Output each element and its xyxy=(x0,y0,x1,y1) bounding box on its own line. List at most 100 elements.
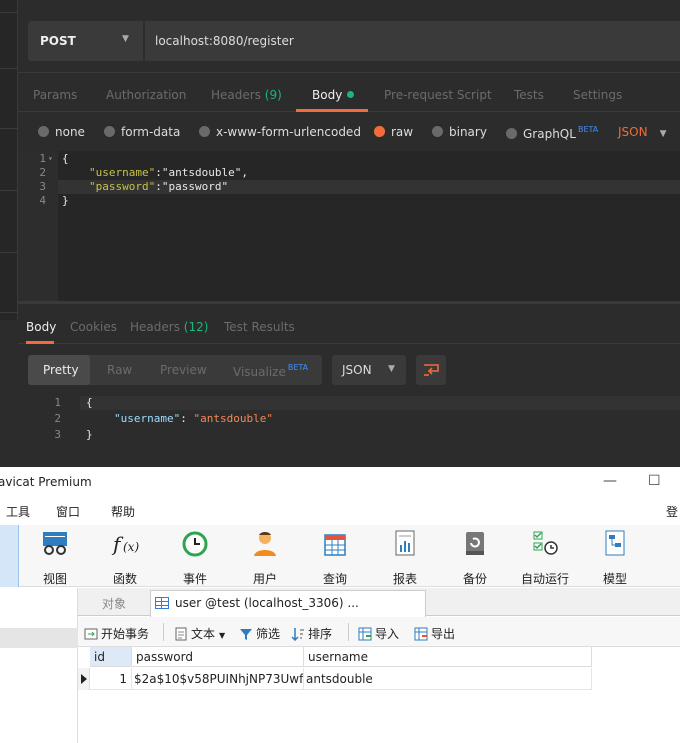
tab-authorization[interactable]: Authorization xyxy=(106,88,186,102)
data-grid[interactable]: id password username 1 $2a$10$v58PUINhjN… xyxy=(78,647,680,743)
cell-id[interactable]: 1 xyxy=(90,668,132,690)
cell-password[interactable]: $2a$10$v58PUINhjNP73Uwfb xyxy=(132,668,304,690)
response-format-select[interactable]: JSON ▼ xyxy=(332,355,406,385)
radio-raw[interactable]: raw xyxy=(374,125,413,139)
toolbar-report-button[interactable]: 报表 xyxy=(377,529,433,586)
tab-user-table-label: user @test (localhost_3306) ... xyxy=(175,596,359,610)
tab-body[interactable]: Body xyxy=(312,88,355,102)
main-toolbar: 视图 f (x) 函数 事件 用户 查询 报表 备份 自动运行 模型 xyxy=(0,525,680,587)
menu-bar: 工具 窗口 帮助 登 xyxy=(0,497,680,525)
report-icon xyxy=(395,530,415,556)
radio-binary[interactable]: binary xyxy=(432,125,487,139)
url-input[interactable]: localhost:8080/register xyxy=(145,21,680,61)
tab-pre-request-script[interactable]: Pre-request Script xyxy=(384,88,492,102)
wrap-lines-button[interactable] xyxy=(416,355,446,385)
chevron-down-icon: ▼ xyxy=(219,631,226,640)
tab-objects[interactable]: 对象 xyxy=(78,588,150,616)
response-tab-cookies[interactable]: Cookies xyxy=(70,320,117,334)
toolbar-view-button[interactable]: 视图 xyxy=(27,529,83,586)
line-number: 3 xyxy=(54,428,61,441)
tab-settings[interactable]: Settings xyxy=(573,88,622,102)
radio-raw-label: raw xyxy=(391,125,414,139)
toolbar-user-button[interactable]: 用户 xyxy=(237,529,293,586)
view-preview[interactable]: Preview xyxy=(160,363,207,377)
minimize-button[interactable]: — xyxy=(603,473,617,489)
radio-x-www-form-urlencoded[interactable]: x-www-form-urlencoded xyxy=(199,125,361,139)
beta-badge: BETA xyxy=(287,363,309,372)
view-visualize-label: Visualize xyxy=(233,365,286,379)
maximize-button[interactable]: ☐ xyxy=(648,473,661,489)
text-document-icon xyxy=(175,627,187,641)
toolbar-model-button[interactable]: 模型 xyxy=(587,529,643,586)
sort-button[interactable]: 排序 xyxy=(291,625,332,642)
code-line-3: "password":"password" xyxy=(89,180,228,194)
user-icon xyxy=(254,532,276,556)
object-tabbar: 对象 user @test (localhost_3306) ... xyxy=(78,588,680,617)
view-mode-switch: Pretty Raw Preview Visualize BETA xyxy=(28,355,322,385)
raw-format-select[interactable]: JSON ▼ xyxy=(618,125,667,139)
response-format-label: JSON xyxy=(342,363,372,377)
response-tab-test-results[interactable]: Test Results xyxy=(224,320,295,334)
radio-none[interactable]: none xyxy=(38,125,85,139)
active-line-highlight xyxy=(80,396,680,410)
toolbar-backup-button[interactable]: 备份 xyxy=(447,529,503,586)
wrap-icon xyxy=(424,364,439,376)
selected-tree-row[interactable] xyxy=(0,628,78,648)
view-pretty[interactable]: Pretty xyxy=(43,363,79,377)
postman-window: POST ▼ localhost:8080/register Params Au… xyxy=(0,0,680,467)
filter-button[interactable]: 筛选 xyxy=(239,625,280,642)
body-type-options: none form-data x-www-form-urlencoded raw… xyxy=(18,113,680,151)
request-body-editor[interactable]: 1 ▾ { 2 "username":"antsdouble", 3 "pass… xyxy=(18,151,680,301)
toolbar-view-label: 视图 xyxy=(42,572,67,586)
toolbar-separator xyxy=(163,623,164,641)
line-number: 2 xyxy=(54,412,61,425)
tab-params[interactable]: Params xyxy=(33,88,77,102)
toolbar-function-button[interactable]: f (x) 函数 xyxy=(97,529,153,586)
radio-graphql[interactable]: GraphQL BETA xyxy=(506,125,598,141)
toolbar-query-button[interactable]: 查询 xyxy=(307,529,363,586)
request-tabs: Params Authorization Headers (9) Body Pr… xyxy=(18,72,680,112)
line-number: 1 xyxy=(54,396,61,409)
tab-user-table[interactable]: user @test (localhost_3306) ... xyxy=(150,590,426,617)
backup-icon xyxy=(466,532,484,555)
cell-username[interactable]: antsdouble xyxy=(304,668,592,690)
text-button[interactable]: 文本 ▼ xyxy=(174,625,225,642)
method-label: POST xyxy=(40,34,76,48)
toolbar-separator xyxy=(348,623,349,641)
tab-headers-label: Headers xyxy=(211,88,261,102)
toolbar-event-button[interactable]: 事件 xyxy=(167,529,223,586)
model-icon xyxy=(605,530,625,556)
window-title: avicat Premium xyxy=(0,475,92,489)
response-tab-headers-label: Headers xyxy=(130,320,180,334)
menu-help[interactable]: 帮助 xyxy=(111,503,135,520)
column-header-password[interactable]: password xyxy=(132,647,304,667)
tab-headers[interactable]: Headers (9) xyxy=(211,88,282,102)
toolbar-model-label: 模型 xyxy=(602,572,627,586)
connection-tree[interactable] xyxy=(0,588,78,743)
chevron-down-icon: ▼ xyxy=(122,34,129,44)
begin-transaction-button[interactable]: 开始事务 xyxy=(84,625,149,642)
fold-icon[interactable]: ▾ xyxy=(48,152,53,166)
view-raw[interactable]: Raw xyxy=(107,363,132,377)
export-button[interactable]: 导出 xyxy=(414,625,455,642)
menu-tools[interactable]: 工具 xyxy=(6,503,30,520)
line-number: 3 xyxy=(39,180,46,193)
response-body-viewer[interactable]: 1 { 2 "username": "antsdouble" 3 } xyxy=(18,395,680,455)
view-visualize[interactable]: Visualize BETA xyxy=(233,363,308,379)
navicat-window: avicat Premium — ☐ 工具 窗口 帮助 登 视图 f (x) 函数… xyxy=(0,467,680,743)
code-line-1: { xyxy=(62,152,69,165)
import-button[interactable]: 导入 xyxy=(358,625,399,642)
method-select[interactable]: POST ▼ xyxy=(28,21,144,61)
response-tab-headers[interactable]: Headers (12) xyxy=(130,320,208,334)
tab-tests[interactable]: Tests xyxy=(514,88,544,102)
url-value: localhost:8080/register xyxy=(155,34,294,48)
toolbar-automation-button[interactable]: 自动运行 xyxy=(517,529,573,586)
json-value: "password" xyxy=(161,180,229,193)
menu-login[interactable]: 登 xyxy=(666,503,678,520)
radio-form-data[interactable]: form-data xyxy=(104,125,180,139)
column-header-id[interactable]: id xyxy=(90,647,132,667)
column-header-username[interactable]: username xyxy=(304,647,592,667)
code-line-2: "username":"antsdouble", xyxy=(89,166,248,180)
response-tab-body[interactable]: Body xyxy=(26,320,56,334)
menu-window[interactable]: 窗口 xyxy=(56,503,80,520)
